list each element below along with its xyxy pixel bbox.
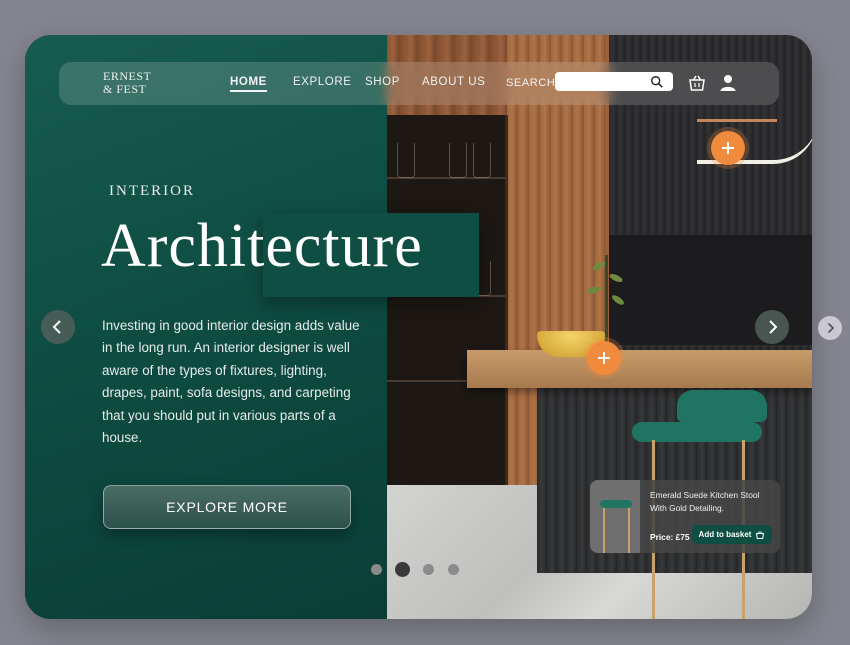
brand-line-2: & FEST	[103, 82, 147, 96]
add-to-basket-label: Add to basket	[698, 530, 752, 539]
hero-card: ERNEST & FEST HOME EXPLORE SHOP ABOUT US…	[25, 35, 812, 619]
hero-eyebrow: INTERIOR	[109, 183, 195, 199]
bowl-hotspot[interactable]	[587, 341, 621, 375]
lamp-hotspot[interactable]	[711, 131, 745, 165]
product-price: Price: £75	[650, 532, 690, 542]
nav-about-us[interactable]: ABOUT US	[422, 76, 485, 88]
next-page-button[interactable]	[818, 316, 842, 340]
product-thumbnail	[590, 480, 640, 553]
glass-item	[449, 143, 467, 178]
user-icon[interactable]	[719, 73, 737, 93]
next-slide-button[interactable]	[755, 310, 789, 344]
chevron-right-icon	[769, 320, 778, 334]
product-name: Emerald Suede Kitchen Stool With Gold De…	[650, 490, 760, 513]
thumb-stool-seat	[600, 500, 632, 508]
nav-shop[interactable]: SHOP	[365, 76, 400, 88]
basket-icon[interactable]	[687, 73, 707, 93]
glass-cabinet	[387, 115, 508, 485]
top-navbar: ERNEST & FEST HOME EXPLORE SHOP ABOUT US…	[59, 62, 779, 105]
product-card[interactable]: Emerald Suede Kitchen Stool With Gold De…	[590, 480, 780, 553]
chevron-left-icon	[52, 320, 61, 334]
search-label: SEARCH	[506, 77, 556, 89]
add-to-basket-button[interactable]: Add to basket	[692, 525, 772, 544]
slide-dot-1[interactable]	[371, 564, 382, 575]
stool-backrest	[677, 390, 767, 422]
plus-icon	[722, 142, 734, 154]
thumb-stool-leg	[628, 508, 630, 553]
hero-title: Architecture	[101, 212, 423, 280]
chevron-right-icon	[827, 322, 835, 334]
plus-icon	[598, 352, 610, 364]
brand-logo[interactable]: ERNEST & FEST	[103, 70, 151, 96]
explore-more-button[interactable]: EXPLORE MORE	[103, 485, 351, 529]
slide-dot-2-active[interactable]	[395, 562, 410, 577]
glass-item	[397, 143, 415, 178]
counter-top	[467, 350, 812, 388]
search-icon[interactable]	[650, 75, 664, 89]
glass-item	[473, 143, 491, 178]
slide-dot-4[interactable]	[448, 564, 459, 575]
plant	[605, 255, 608, 350]
hero-description: Investing in good interior design adds v…	[102, 318, 360, 446]
basket-icon	[756, 530, 765, 539]
nav-home[interactable]: HOME	[230, 76, 267, 92]
thumb-stool-leg	[603, 508, 605, 553]
stool-seat	[632, 422, 762, 442]
nav-explore[interactable]: EXPLORE	[293, 76, 352, 88]
slide-dot-3[interactable]	[423, 564, 434, 575]
prev-slide-button[interactable]	[41, 310, 75, 344]
